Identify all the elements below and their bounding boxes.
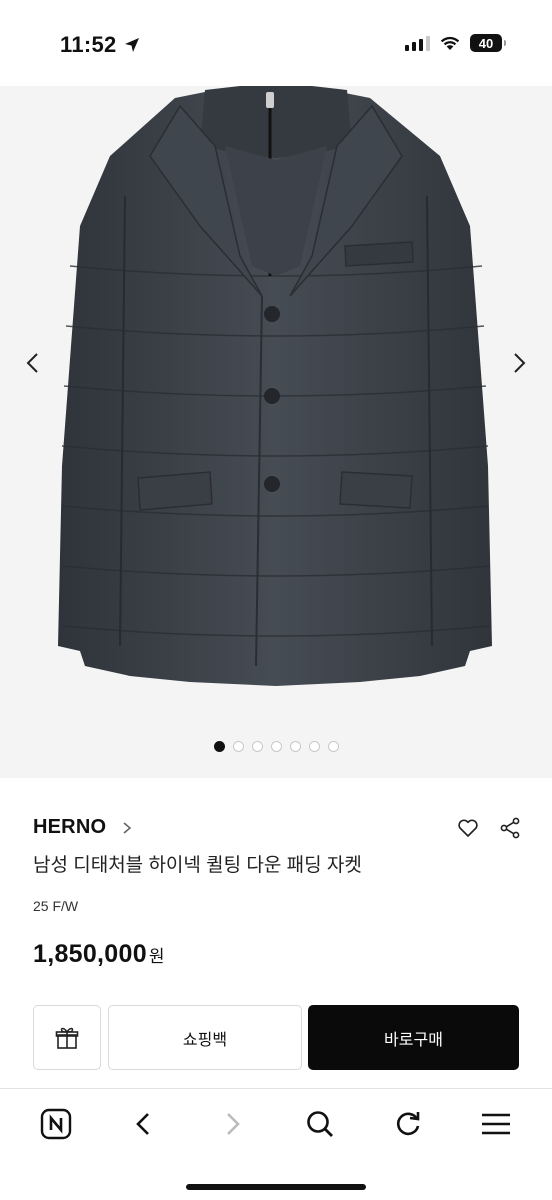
pagination-dot[interactable] bbox=[232, 741, 244, 752]
brand-name[interactable]: HERNO bbox=[33, 816, 106, 839]
buy-now-button[interactable]: 바로구매 bbox=[308, 1005, 519, 1070]
home-indicator[interactable] bbox=[186, 1184, 366, 1190]
status-time: 11:52 bbox=[60, 32, 141, 58]
share-icon[interactable] bbox=[498, 816, 522, 840]
pagination-dot[interactable] bbox=[289, 741, 301, 752]
reload-button[interactable] bbox=[388, 1104, 428, 1144]
product-image-gallery[interactable] bbox=[0, 86, 552, 778]
status-icons: 40 bbox=[405, 34, 506, 52]
price: 1,850,000 원 bbox=[33, 940, 165, 969]
menu-icon bbox=[482, 1113, 510, 1135]
product-title: 남성 디태처블 하이넥 퀼팅 다운 패딩 자켓 bbox=[33, 855, 362, 876]
location-arrow-icon bbox=[124, 38, 139, 52]
chevron-right-icon[interactable] bbox=[504, 348, 534, 378]
gallery-pagination bbox=[0, 741, 552, 752]
battery-icon: 40 bbox=[470, 34, 506, 52]
pagination-dot[interactable] bbox=[327, 741, 339, 752]
back-button[interactable] bbox=[124, 1104, 164, 1144]
wifi-icon bbox=[440, 36, 460, 50]
brand-link[interactable]: HERNO bbox=[33, 816, 134, 839]
browser-toolbar bbox=[0, 1088, 552, 1200]
menu-button[interactable] bbox=[476, 1104, 516, 1144]
battery-level: 40 bbox=[478, 35, 494, 51]
chevron-left-icon[interactable] bbox=[18, 348, 48, 378]
forward-icon bbox=[227, 1113, 240, 1135]
chevron-right-icon bbox=[123, 821, 132, 834]
reload-icon bbox=[397, 1112, 420, 1136]
product-info: HERNO 남성 디태처블 하이넥 퀼팅 다운 패딩 자켓 25 F/W 1,8… bbox=[0, 778, 552, 1088]
price-currency: 원 bbox=[148, 947, 165, 966]
pagination-dot[interactable] bbox=[270, 741, 282, 752]
pagination-dot[interactable] bbox=[308, 741, 320, 752]
search-button[interactable] bbox=[300, 1104, 340, 1144]
search-icon bbox=[307, 1111, 333, 1137]
shopping-bag-button[interactable]: 쇼핑백 bbox=[108, 1005, 302, 1070]
cellular-signal-icon bbox=[405, 35, 430, 51]
heart-icon[interactable] bbox=[456, 816, 480, 840]
naver-home-button[interactable] bbox=[36, 1104, 76, 1144]
status-bar: 11:52 40 bbox=[0, 0, 552, 86]
gift-icon bbox=[55, 1027, 79, 1049]
price-value: 1,850,000 bbox=[33, 940, 147, 968]
clock-text: 11:52 bbox=[60, 32, 117, 57]
product-image bbox=[58, 86, 492, 686]
pagination-dot[interactable] bbox=[213, 741, 225, 752]
back-icon bbox=[136, 1113, 149, 1135]
forward-button[interactable] bbox=[212, 1104, 252, 1144]
pagination-dot[interactable] bbox=[251, 741, 263, 752]
naver-home-icon bbox=[40, 1108, 72, 1140]
gift-button[interactable] bbox=[33, 1005, 101, 1070]
product-season: 25 F/W bbox=[33, 898, 79, 914]
browser-nav bbox=[0, 1104, 552, 1144]
product-actions bbox=[456, 816, 522, 840]
